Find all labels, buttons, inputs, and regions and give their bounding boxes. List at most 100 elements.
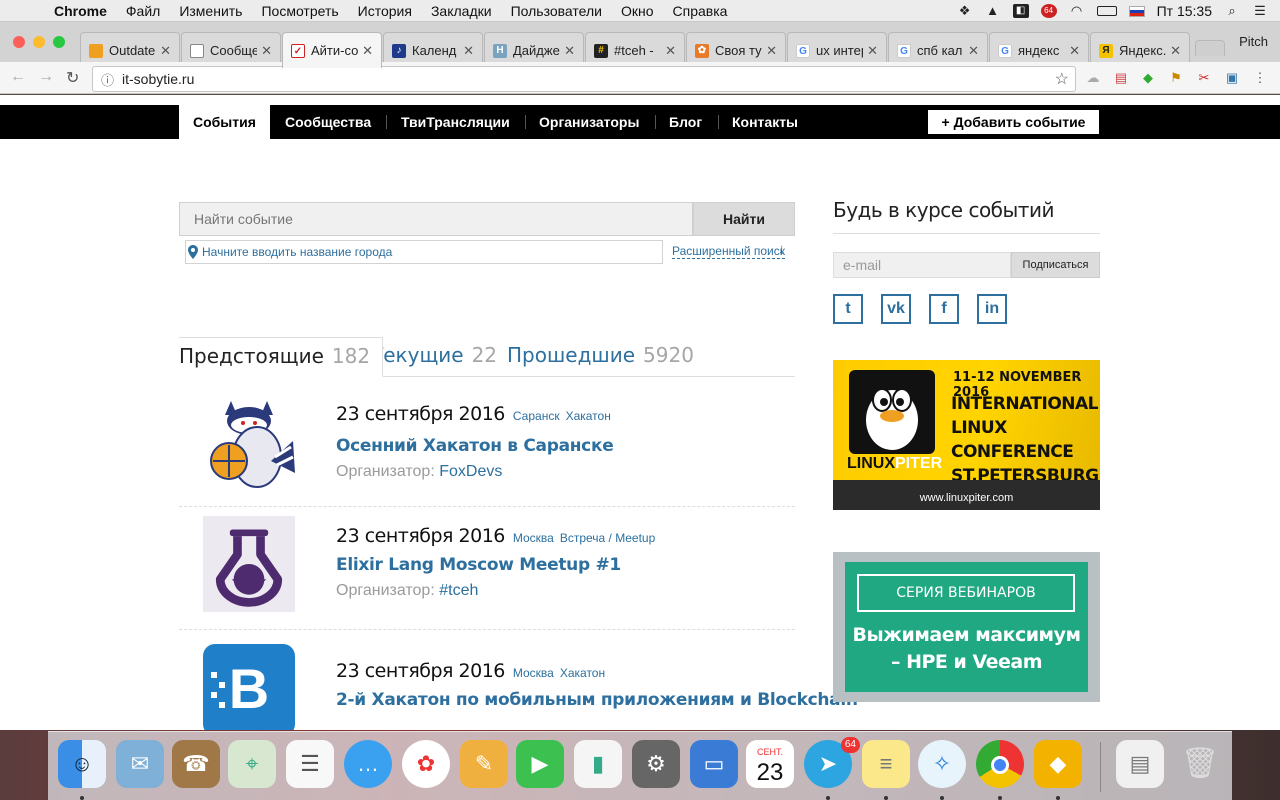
extension-scissors-icon[interactable]: ✂: [1196, 70, 1212, 86]
menu-file[interactable]: Файл: [126, 3, 160, 19]
tab-upcoming[interactable]: Предстоящие 182: [179, 337, 384, 377]
spotlight-search-icon[interactable]: ⌕: [1224, 4, 1240, 18]
vk-icon[interactable]: vk: [881, 294, 911, 324]
numbers-icon[interactable]: ▮: [574, 740, 622, 788]
menu-people[interactable]: Пользователи: [511, 3, 602, 19]
facetime-icon[interactable]: ▶: [516, 740, 564, 788]
tab-close-icon[interactable]: ✕: [564, 43, 575, 59]
linux-conference-banner[interactable]: LINUXPITER 11-12 NOVEMBER 2016 INTERNATI…: [833, 360, 1100, 510]
tab-close-icon[interactable]: ✕: [1069, 43, 1080, 59]
elixir-logo-icon[interactable]: [201, 516, 297, 612]
dropbox-icon[interactable]: ❖: [957, 4, 973, 18]
tab-close-icon[interactable]: ✕: [766, 43, 777, 59]
profile-button[interactable]: Pitch: [1239, 34, 1268, 49]
reload-icon[interactable]: ↻: [66, 68, 79, 88]
raccoon-logo-icon[interactable]: [201, 401, 297, 497]
battery-icon[interactable]: [1096, 6, 1117, 16]
app-status-icon[interactable]: ◧: [1012, 4, 1029, 18]
system-preferences-icon[interactable]: ⚙: [632, 740, 680, 788]
event-city-tag[interactable]: Саранск: [513, 409, 560, 423]
bookmark-star-icon[interactable]: ☆: [1055, 69, 1069, 89]
menu-window[interactable]: Окно: [621, 3, 654, 19]
advanced-search-link[interactable]: Расширенный поиск: [672, 244, 785, 259]
webinar-banner[interactable]: СЕРИЯ ВЕБИНАРОВ Выжимаем максимум – HPE и…: [833, 552, 1100, 702]
sketch-icon[interactable]: ◆: [1034, 740, 1082, 788]
blockchain-logo-icon[interactable]: B: [201, 642, 297, 730]
nav-communities[interactable]: Сообщества: [271, 105, 385, 139]
email-input[interactable]: e-mail: [833, 252, 1011, 278]
downloads-stack-icon[interactable]: ▤: [1116, 740, 1164, 788]
menu-app-chrome[interactable]: Chrome: [54, 3, 107, 19]
pages-icon[interactable]: ✎: [460, 740, 508, 788]
extension-pin-icon[interactable]: ⚑: [1168, 70, 1184, 86]
extension-reader-icon[interactable]: ▤: [1113, 70, 1129, 86]
extension-evernote-icon[interactable]: ◆: [1140, 70, 1156, 86]
nav-organizers[interactable]: Организаторы: [525, 105, 653, 139]
nav-events[interactable]: События: [179, 105, 270, 149]
event-city-tag[interactable]: Москва: [513, 666, 554, 680]
drive-icon[interactable]: ▲: [985, 4, 1001, 18]
trash-icon[interactable]: 🗑: [1176, 740, 1224, 788]
chrome-icon[interactable]: [976, 740, 1024, 788]
facebook-icon[interactable]: f: [929, 294, 959, 324]
organizer-link[interactable]: #tceh: [439, 582, 478, 599]
address-bar[interactable]: ⓘ it-sobytie.ru ☆: [92, 66, 1076, 92]
tab-close-icon[interactable]: ✕: [362, 43, 373, 59]
arrow-down-icon[interactable]: ↓: [778, 241, 786, 258]
chrome-menu-icon[interactable]: ⋮: [1252, 70, 1268, 86]
menu-edit[interactable]: Изменить: [179, 3, 242, 19]
event-type-tag[interactable]: Хакатон: [566, 409, 611, 423]
event-type-tag[interactable]: Хакатон: [560, 666, 605, 680]
site-info-icon[interactable]: ⓘ: [101, 70, 114, 89]
notification-icon[interactable]: 64: [1040, 4, 1057, 18]
safari-icon[interactable]: ✧: [918, 740, 966, 788]
nav-blog[interactable]: Блог: [655, 105, 716, 139]
notification-center-icon[interactable]: ☰: [1252, 4, 1268, 18]
extension-cloud-icon[interactable]: ☁: [1085, 70, 1101, 86]
menu-bookmarks[interactable]: Закладки: [431, 3, 492, 19]
keynote-icon[interactable]: ▭: [690, 740, 738, 788]
keyboard-layout-flag-icon[interactable]: [1128, 5, 1145, 17]
add-event-button[interactable]: + Добавить событие: [928, 110, 1099, 134]
window-zoom-icon[interactable]: [53, 36, 65, 48]
event-type-tag[interactable]: Встреча / Meetup: [560, 531, 655, 545]
city-input[interactable]: Начните вводить название города: [185, 240, 663, 264]
finder-icon[interactable]: ☺: [58, 740, 106, 788]
event-title[interactable]: Elixir Lang Moscow Meetup #1: [336, 555, 621, 575]
wifi-icon[interactable]: ◠: [1069, 4, 1085, 18]
back-icon[interactable]: ←: [10, 68, 26, 86]
telegram-icon[interactable]: ➤ 64: [804, 737, 860, 788]
tab-close-icon[interactable]: ✕: [665, 43, 676, 59]
forward-icon[interactable]: →: [38, 68, 54, 86]
menu-view[interactable]: Посмотреть: [261, 3, 338, 19]
tab-close-icon[interactable]: ✕: [1170, 43, 1181, 59]
tab-current[interactable]: Текущие 22: [371, 337, 497, 377]
clock[interactable]: Пт 15:35: [1157, 3, 1212, 19]
tab-it-sobytie[interactable]: ✓ Айти-со ✕: [282, 32, 382, 68]
extension-window-icon[interactable]: ▣: [1224, 70, 1240, 86]
subscribe-button[interactable]: Подписаться: [1011, 252, 1100, 278]
tab-close-icon[interactable]: ✕: [463, 43, 474, 59]
organizer-link[interactable]: FoxDevs: [439, 463, 502, 480]
contacts-icon[interactable]: ☎: [172, 740, 220, 788]
mail-icon[interactable]: ✉: [116, 740, 164, 788]
window-close-icon[interactable]: [13, 36, 25, 48]
address-text[interactable]: it-sobytie.ru: [122, 71, 194, 87]
linkedin-icon[interactable]: in: [977, 294, 1007, 324]
maps-icon[interactable]: ⌖: [228, 740, 276, 788]
tab-close-icon[interactable]: ✕: [261, 43, 272, 59]
photos-icon[interactable]: ✿: [402, 740, 450, 788]
tab-close-icon[interactable]: ✕: [968, 43, 979, 59]
nav-twitter-broadcasts[interactable]: ТвиТрансляции: [387, 105, 524, 139]
new-tab-button[interactable]: [1195, 40, 1225, 56]
tab-past[interactable]: Прошедшие 5920: [507, 337, 694, 377]
tab-close-icon[interactable]: ✕: [867, 43, 878, 59]
menu-help[interactable]: Справка: [673, 3, 728, 19]
messages-icon[interactable]: …: [344, 740, 392, 788]
reminders-icon[interactable]: ☰: [286, 740, 334, 788]
event-title[interactable]: 2-й Хакатон по мобильным приложениям и B…: [336, 690, 858, 710]
window-minimize-icon[interactable]: [33, 36, 45, 48]
calendar-icon[interactable]: СЕНТ. 23: [746, 740, 794, 788]
twitter-icon[interactable]: t: [833, 294, 863, 324]
event-search-input[interactable]: [179, 202, 693, 236]
